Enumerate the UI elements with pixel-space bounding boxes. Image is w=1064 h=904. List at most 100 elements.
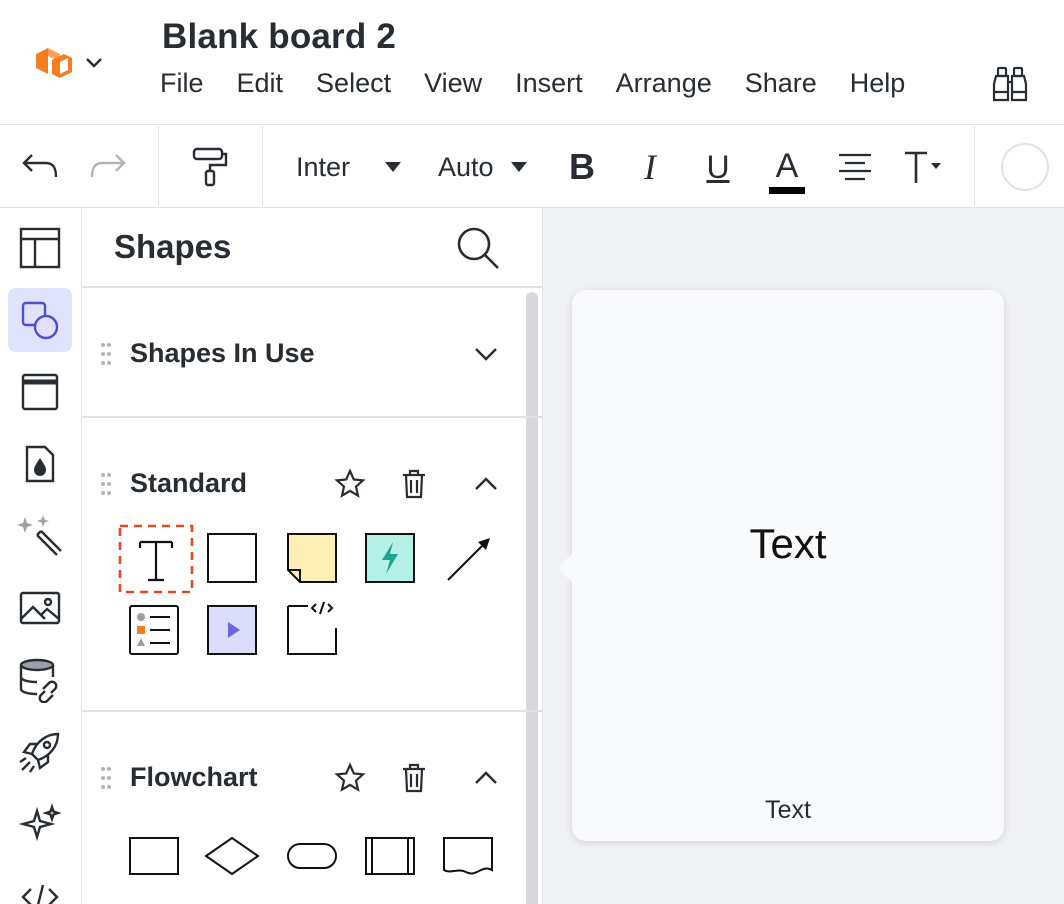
- layout-icon: [19, 227, 61, 269]
- shape-predefined-process[interactable]: [358, 824, 422, 888]
- shape-sticky-note[interactable]: [280, 526, 344, 590]
- drag-handle-icon[interactable]: [100, 472, 112, 496]
- text-color-icon: A: [775, 146, 799, 185]
- left-rail: [0, 208, 82, 904]
- shape-process[interactable]: [122, 824, 186, 888]
- redo-button[interactable]: [86, 146, 130, 188]
- section-divider: [82, 710, 542, 712]
- rail-data-button[interactable]: [8, 648, 72, 712]
- menu-bar: File Edit Select View Insert Arrange Sha…: [160, 68, 938, 99]
- section-title: Flowchart: [130, 762, 258, 792]
- shape-text[interactable]: [118, 524, 194, 594]
- rail-images-button[interactable]: [8, 576, 72, 640]
- shape-rectangle[interactable]: [200, 526, 264, 590]
- panel-divider: [82, 286, 542, 288]
- menu-select[interactable]: Select: [316, 68, 391, 99]
- rail-ai-button[interactable]: [8, 792, 72, 856]
- shapes-panel: Shapes Shapes In Use Standard Flowchart: [82, 208, 543, 904]
- menu-insert[interactable]: Insert: [515, 68, 583, 99]
- image-icon: [19, 591, 61, 625]
- fill-color-swatch: [1001, 143, 1049, 191]
- shape-document[interactable]: [436, 824, 500, 888]
- align-center-icon: [839, 153, 871, 181]
- chevron-down-icon[interactable]: [84, 52, 104, 72]
- font-size-dropdown[interactable]: Auto: [438, 146, 494, 188]
- search-icon[interactable]: [454, 224, 502, 272]
- rail-theme-button[interactable]: [8, 432, 72, 496]
- section-divider: [82, 416, 542, 418]
- font-size-caret-icon[interactable]: [510, 160, 528, 174]
- document-title[interactable]: Blank board 2: [162, 17, 396, 57]
- rail-templates-button[interactable]: [8, 216, 72, 280]
- italic-button[interactable]: I: [630, 144, 670, 190]
- star-icon[interactable]: [334, 762, 366, 794]
- trash-icon[interactable]: [398, 468, 430, 500]
- font-family-value: Inter: [296, 151, 351, 182]
- font-family-dropdown[interactable]: Inter: [296, 146, 350, 188]
- menu-arrange[interactable]: Arrange: [616, 68, 712, 99]
- menu-help[interactable]: Help: [850, 68, 906, 99]
- section-title: Standard: [130, 468, 248, 498]
- tooltip-arrow: [558, 554, 572, 582]
- binoculars-icon[interactable]: [990, 64, 1030, 104]
- menu-edit[interactable]: Edit: [237, 68, 284, 99]
- shape-arrow-line[interactable]: [436, 526, 500, 590]
- rail-launch-button[interactable]: [8, 720, 72, 784]
- app-header: Blank board 2 File Edit Select View Inse…: [0, 0, 1064, 125]
- undo-icon: [22, 154, 58, 178]
- text-align-button[interactable]: [834, 146, 876, 188]
- shape-video[interactable]: [200, 598, 264, 662]
- undo-button[interactable]: [18, 146, 62, 188]
- bold-icon: B: [569, 146, 595, 187]
- redo-icon: [90, 154, 126, 178]
- magic-wand-icon: [17, 515, 62, 556]
- rail-frames-button[interactable]: [8, 360, 72, 424]
- drag-handle-icon[interactable]: [100, 342, 112, 366]
- shape-decision[interactable]: [200, 824, 264, 888]
- underline-icon: U: [706, 148, 730, 185]
- rocket-icon: [19, 732, 60, 773]
- shape-embed[interactable]: [280, 598, 344, 662]
- format-painter-button[interactable]: [186, 144, 232, 190]
- chevron-down-icon[interactable]: [470, 338, 502, 370]
- section-standard[interactable]: Standard: [82, 460, 522, 510]
- text-options-button[interactable]: [900, 144, 946, 190]
- color-drop-icon: [25, 445, 55, 483]
- chevron-up-icon[interactable]: [470, 762, 502, 794]
- code-icon: [21, 884, 59, 904]
- trash-icon[interactable]: [398, 762, 430, 794]
- rail-embed-button[interactable]: [8, 864, 72, 904]
- menu-view[interactable]: View: [424, 68, 482, 99]
- panel-title: Shapes: [114, 228, 232, 265]
- toolbar: Inter Auto B I U A: [0, 126, 1064, 208]
- chevron-up-icon[interactable]: [470, 468, 502, 500]
- italic-icon: I: [644, 147, 656, 187]
- section-shapes-in-use[interactable]: Shapes In Use: [82, 330, 522, 380]
- font-size-value: Auto: [438, 151, 494, 182]
- text-color-button[interactable]: A: [766, 140, 808, 200]
- section-title: Shapes In Use: [130, 338, 315, 368]
- font-family-caret-icon[interactable]: [384, 160, 402, 174]
- lucid-logo-icon[interactable]: [32, 40, 76, 84]
- database-link-icon: [19, 658, 58, 703]
- rail-magic-button[interactable]: [8, 504, 72, 568]
- rail-shapes-button[interactable]: [8, 288, 72, 352]
- menu-share[interactable]: Share: [745, 68, 817, 99]
- section-flowchart[interactable]: Flowchart: [82, 754, 522, 804]
- text-options-icon: [905, 151, 941, 183]
- drag-handle-icon[interactable]: [100, 766, 112, 790]
- shape-action[interactable]: [358, 526, 422, 590]
- tooltip-preview-text: Text: [749, 520, 827, 567]
- bold-button[interactable]: B: [562, 144, 602, 190]
- canvas[interactable]: Text Text: [543, 208, 1064, 904]
- star-icon[interactable]: [334, 468, 366, 500]
- tooltip-label: Text: [765, 796, 811, 824]
- menu-file[interactable]: File: [160, 68, 204, 99]
- shapes-icon: [21, 301, 59, 340]
- shape-list[interactable]: [122, 598, 186, 662]
- text-color-swatch: [769, 186, 805, 194]
- underline-button[interactable]: U: [698, 144, 738, 190]
- shape-terminator[interactable]: [280, 824, 344, 888]
- fill-color-button[interactable]: [1000, 142, 1050, 192]
- panel-scrollbar[interactable]: [526, 292, 538, 904]
